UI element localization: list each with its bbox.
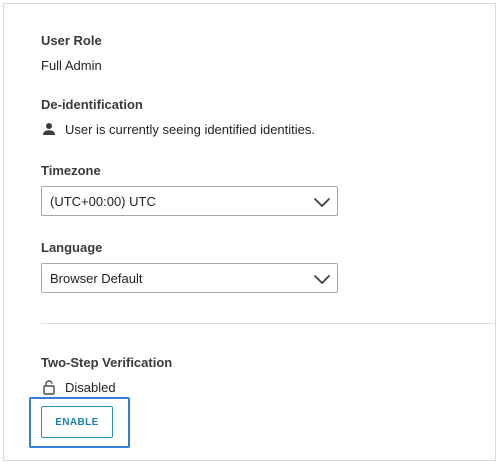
user-role-value: Full Admin: [41, 58, 102, 73]
chevron-down-icon: [313, 270, 331, 288]
two-step-status-text: Disabled: [65, 379, 116, 395]
section-divider: [41, 323, 496, 324]
deidentification-label: De-identification: [41, 97, 143, 112]
timezone-select[interactable]: (UTC+00:00) UTC: [41, 186, 338, 216]
timezone-label: Timezone: [41, 163, 101, 178]
deidentification-status: User is currently seeing identified iden…: [41, 121, 315, 137]
timezone-selected-value: (UTC+00:00) UTC: [50, 193, 156, 209]
language-select[interactable]: Browser Default: [41, 263, 338, 293]
chevron-down-icon: [313, 193, 331, 211]
two-step-label: Two-Step Verification: [41, 355, 173, 370]
enable-two-step-button[interactable]: ENABLE: [41, 406, 113, 438]
person-icon: [41, 121, 57, 137]
deidentification-status-text: User is currently seeing identified iden…: [65, 121, 316, 137]
user-role-label: User Role: [41, 33, 102, 48]
unlocked-lock-icon: [41, 379, 57, 395]
language-selected-value: Browser Default: [50, 270, 143, 286]
two-step-status: Disabled: [41, 379, 116, 395]
language-label: Language: [41, 240, 103, 255]
